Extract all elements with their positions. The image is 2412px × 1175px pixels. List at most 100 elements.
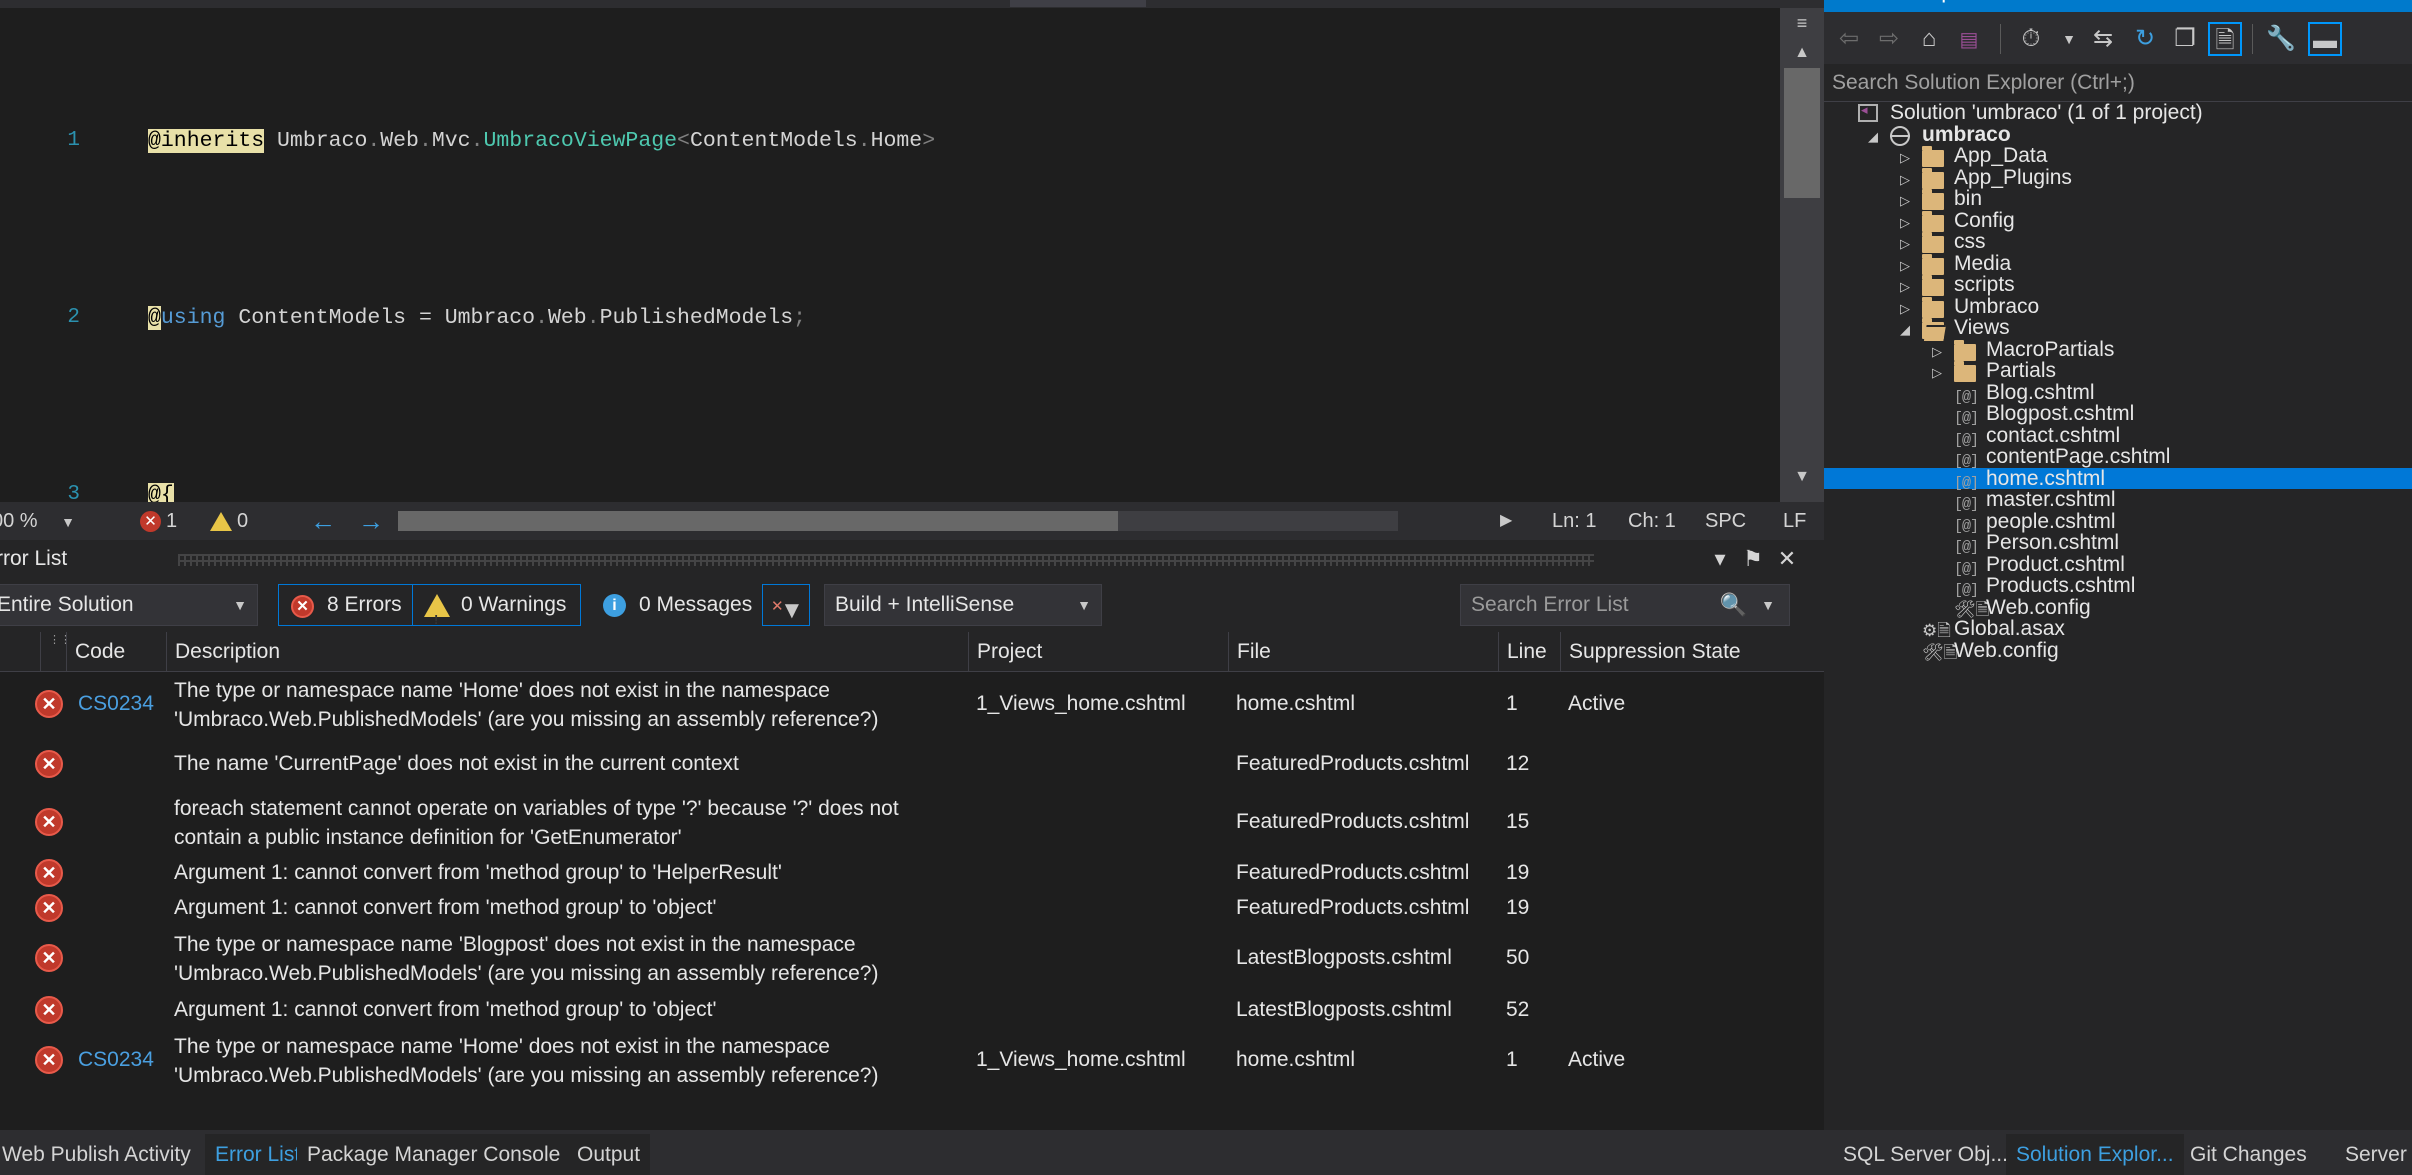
chevron-right-icon[interactable]: ▷ — [1900, 150, 1910, 166]
tab-web-publish-activity[interactable]: Web Publish Activity — [0, 1134, 201, 1175]
chevron-right-icon[interactable]: ▷ — [1932, 365, 1942, 381]
column-grip[interactable]: ⋮⋮ — [40, 632, 71, 672]
back-icon[interactable]: ⇦ — [1832, 22, 1866, 56]
search-icon[interactable]: 🔍 — [1720, 585, 1747, 625]
warnings-filter-toggle[interactable]: 0 Warnings — [412, 584, 582, 640]
vs-home-page-icon[interactable]: ▤ — [1952, 22, 1986, 56]
cell-code[interactable]: CS0234 — [78, 1046, 154, 1073]
column-header-line[interactable]: Line — [1498, 632, 1560, 672]
tree-item-web-config[interactable]: 🛠🗎 Web.config — [1824, 639, 2412, 662]
navigate-forward-button[interactable]: → — [358, 502, 384, 540]
cell-code[interactable]: CS0234 — [78, 690, 154, 717]
tree-item-products-cshtml[interactable]: [@] Products.cshtml — [1824, 574, 2412, 599]
table-row[interactable]: ✕ CS0234 The type or namespace name 'Hom… — [0, 1028, 1824, 1094]
table-row[interactable]: ✕ The name 'CurrentPage' does not exist … — [0, 738, 1824, 790]
editor-split-button[interactable]: ≡ — [1780, 8, 1824, 38]
code-line[interactable]: 3 @{ — [0, 480, 1780, 502]
indentation-indicator[interactable]: SPC — [1705, 502, 1746, 540]
clear-filter-button[interactable]: ✕ ▼ — [762, 584, 810, 626]
hscroll-right-arrow[interactable]: ▶ — [1500, 502, 1512, 540]
status-warning-count[interactable]: 0 — [210, 502, 248, 540]
tree-item-css[interactable]: ▷ css — [1824, 230, 2412, 253]
column-header-code[interactable]: Code — [66, 632, 166, 672]
tree-item-app-plugins[interactable]: ▷ App_Plugins — [1824, 166, 2412, 189]
line-ending-indicator[interactable]: LF — [1783, 502, 1806, 540]
table-row[interactable]: ✕ CS0234 The type or namespace name 'Hom… — [0, 672, 1824, 738]
tree-item-contact-cshtml[interactable]: [@] contact.cshtml — [1824, 424, 2412, 449]
home-icon[interactable]: ⌂ — [1912, 22, 1946, 56]
tree-item-umbraco[interactable]: ◢ umbraco — [1824, 123, 2412, 146]
chevron-right-icon[interactable]: ▷ — [1900, 258, 1910, 274]
refresh-icon[interactable]: ↻ — [2128, 22, 2162, 56]
messages-filter-toggle[interactable]: i 0 Messages — [590, 584, 768, 626]
tree-item-blogpost-cshtml[interactable]: [@] Blogpost.cshtml — [1824, 402, 2412, 427]
scroll-up-button[interactable]: ▲ — [1780, 40, 1824, 66]
column-header-suppression[interactable]: Suppression State — [1560, 632, 1822, 672]
show-all-files-icon[interactable]: 🗎 — [2208, 22, 2242, 56]
pending-changes-filter-icon[interactable]: ⏱ — [2014, 22, 2048, 56]
chevron-down-icon[interactable]: ◢ — [1868, 129, 1878, 145]
scrollbar-thumb[interactable] — [1784, 68, 1820, 198]
errors-filter-toggle[interactable]: ✕ 8 Errors — [278, 584, 417, 626]
preview-selected-items-icon[interactable]: ▬ — [2308, 22, 2342, 56]
tree-item-person-cshtml[interactable]: [@] Person.cshtml — [1824, 531, 2412, 556]
chevron-right-icon[interactable]: ▷ — [1932, 344, 1942, 360]
column-header-file[interactable]: File — [1228, 632, 1498, 672]
collapse-all-icon[interactable]: ❐ — [2168, 22, 2202, 56]
code-line[interactable]: 1 @inherits Umbraco.Web.Mvc.UmbracoViewP… — [0, 126, 1780, 156]
properties-icon[interactable]: 🔧 — [2264, 22, 2298, 56]
tab-git-changes[interactable]: Git Changes — [2180, 1134, 2317, 1175]
tree-item-config[interactable]: ▷ Config — [1824, 209, 2412, 232]
sync-with-active-document-icon[interactable]: ⇆ — [2086, 22, 2120, 56]
chevron-down-icon[interactable]: ◢ — [1900, 322, 1910, 338]
forward-icon[interactable]: ⇨ — [1872, 22, 1906, 56]
table-row[interactable]: ✕ Argument 1: cannot convert from 'metho… — [0, 856, 1824, 890]
chevron-right-icon[interactable]: ▷ — [1900, 215, 1910, 231]
solution-tree[interactable]: Solution 'umbraco' (1 of 1 project) ◢ umbr… — [1824, 101, 2412, 1130]
navigate-backward-button[interactable]: ← — [310, 502, 336, 540]
pin-icon[interactable]: ⚑ — [1738, 545, 1768, 575]
tree-item-macropartials[interactable]: ▷ MacroPartials — [1824, 338, 2412, 361]
chevron-down-icon[interactable]: ▼ — [1761, 585, 1775, 625]
chevron-down-icon[interactable]: ▼ — [2052, 22, 2086, 56]
chevron-down-icon[interactable]: ▼ — [61, 514, 75, 530]
tree-item-blog-cshtml[interactable]: [@] Blog.cshtml — [1824, 381, 2412, 406]
table-row[interactable]: ✕ foreach statement cannot operate on va… — [0, 790, 1824, 856]
hscrollbar-thumb[interactable] — [398, 511, 1118, 531]
tree-item-views[interactable]: ◢ Views — [1824, 316, 2412, 339]
tree-item-master-cshtml[interactable]: [@] master.cshtml — [1824, 488, 2412, 513]
panel-drag-grip[interactable] — [178, 554, 1594, 566]
chevron-right-icon[interactable]: ▷ — [1900, 193, 1910, 209]
tree-item-global-asax[interactable]: ⚙🗎 Global.asax — [1824, 617, 2412, 640]
tree-item-media[interactable]: ▷ Media — [1824, 252, 2412, 275]
column-header-selector[interactable] — [0, 632, 40, 672]
solution-explorer-titlebar[interactable]: Solution Explorer — [1824, 0, 2412, 12]
tab-sql-server-object-explorer[interactable]: SQL Server Obj... — [1833, 1134, 2018, 1175]
chevron-right-icon[interactable]: ▷ — [1900, 301, 1910, 317]
table-row[interactable]: ✕ The type or namespace name 'Blogpost' … — [0, 926, 1824, 992]
code-editor[interactable]: 1 @inherits Umbraco.Web.Mvc.UmbracoViewP… — [0, 0, 1824, 502]
scroll-down-button[interactable]: ▼ — [1780, 464, 1824, 490]
tree-item-scripts[interactable]: ▷ scripts — [1824, 273, 2412, 296]
tree-item-partials[interactable]: ▷ Partials — [1824, 359, 2412, 382]
tab-server-explorer[interactable]: Server Ex — [2335, 1134, 2412, 1175]
solution-explorer-search-input[interactable]: Search Solution Explorer (Ctrl+;) — [1824, 64, 2412, 102]
tab-output[interactable]: Output — [567, 1134, 651, 1175]
tree-item-people-cshtml[interactable]: [@] people.cshtml — [1824, 510, 2412, 535]
tree-item-web-config[interactable]: 🛠🗎 Web.config — [1824, 596, 2412, 619]
tree-item-home-cshtml[interactable]: [@] home.cshtml — [1824, 467, 2412, 492]
tree-item-solution-umbraco-1-of-1-project[interactable]: Solution 'umbraco' (1 of 1 project) — [1824, 101, 2412, 124]
chevron-right-icon[interactable]: ▷ — [1900, 172, 1910, 188]
tree-item-product-cshtml[interactable]: [@] Product.cshtml — [1824, 553, 2412, 578]
tree-item-bin[interactable]: ▷ bin — [1824, 187, 2412, 210]
tree-item-umbraco[interactable]: ▷ Umbraco — [1824, 295, 2412, 318]
chevron-right-icon[interactable]: ▷ — [1900, 279, 1910, 295]
code-line[interactable]: 2 @using ContentModels = Umbraco.Web.Pub… — [0, 303, 1780, 333]
status-error-count[interactable]: ✕ 1 — [140, 502, 177, 540]
table-row[interactable]: ✕ Argument 1: cannot convert from 'metho… — [0, 890, 1824, 926]
tree-item-contentpage-cshtml[interactable]: [@] contentPage.cshtml — [1824, 445, 2412, 470]
editor-vertical-scrollbar[interactable]: ≡ ▲ ▼ — [1780, 8, 1824, 502]
error-list-rows[interactable]: ✕ CS0234 The type or namespace name 'Hom… — [0, 672, 1824, 1130]
chevron-right-icon[interactable]: ▷ — [1900, 236, 1910, 252]
zoom-level-control[interactable]: 00 % ▼ — [0, 502, 75, 540]
